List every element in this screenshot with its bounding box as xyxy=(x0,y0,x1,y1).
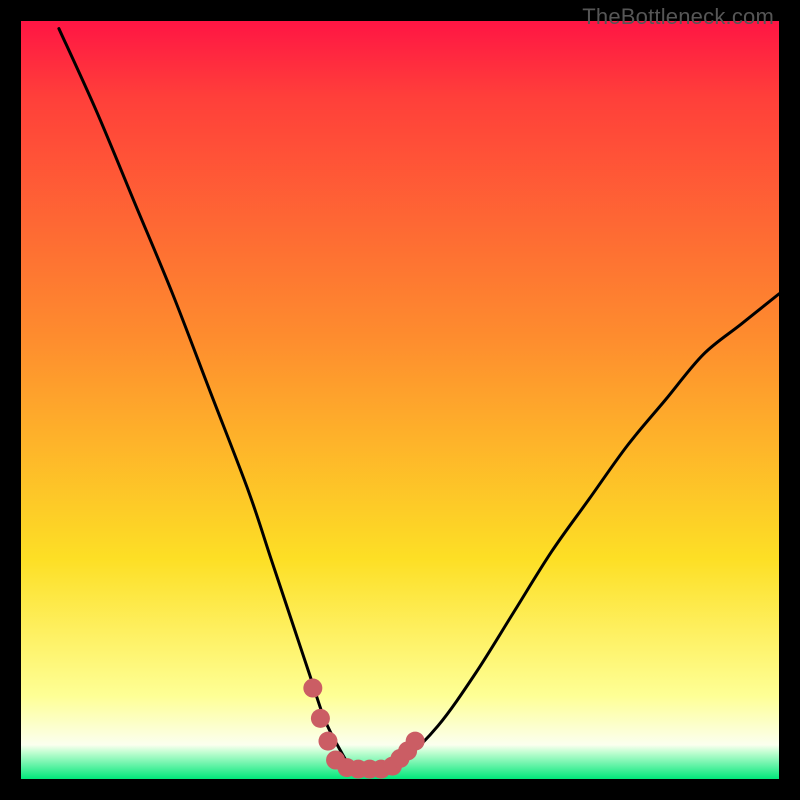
marker-dot xyxy=(318,732,337,751)
marker-dot xyxy=(303,679,322,698)
marker-dot xyxy=(311,709,330,728)
chart-frame xyxy=(21,21,779,779)
bottleneck-chart xyxy=(21,21,779,779)
watermark-text: TheBottleneck.com xyxy=(582,4,774,30)
marker-dot xyxy=(406,732,425,751)
